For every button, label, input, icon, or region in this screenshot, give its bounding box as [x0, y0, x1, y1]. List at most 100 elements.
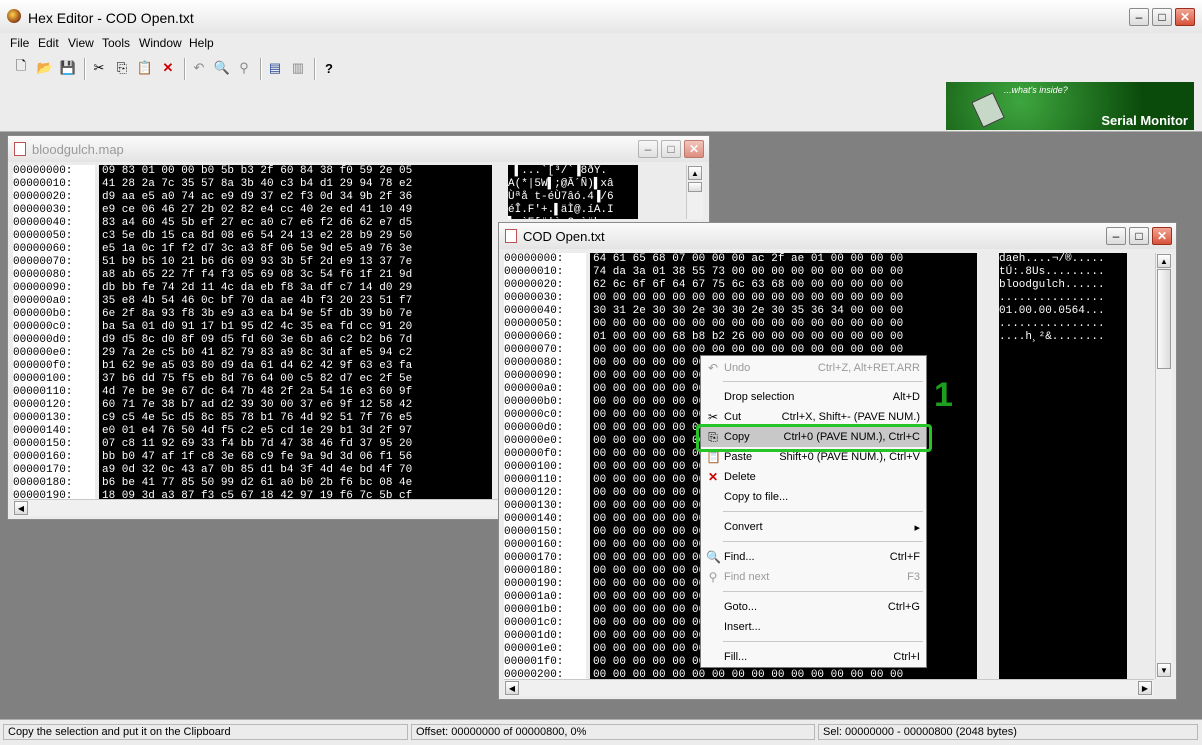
- scroll-right-icon[interactable]: ▶: [1138, 681, 1152, 695]
- statusbar: Copy the selection and put it on the Cli…: [0, 719, 1202, 745]
- hex-row: c3 5e db 15 ca 8d 08 e6 54 24 13 e2 28 b…: [102, 230, 413, 242]
- menu-item-label: Find next: [724, 571, 770, 583]
- hex-row: a9 0d 32 0c 43 a7 0b 85 d1 b4 3f 4d 4e b…: [102, 464, 413, 476]
- find-icon[interactable]: 🔍: [213, 59, 231, 77]
- menu-item-accelerator: Ctrl+X, Shift+- (PAVE NUM.): [781, 411, 920, 423]
- menu-item-find-next[interactable]: ⚲ Find next F3: [701, 567, 926, 587]
- menu-help[interactable]: Help: [189, 36, 214, 50]
- minimize-button[interactable]: –: [1106, 227, 1126, 245]
- maximize-button[interactable]: □: [1152, 8, 1172, 26]
- ascii-row: 01.00.00.0564...: [999, 305, 1105, 317]
- find-next-icon[interactable]: ⚲: [235, 59, 253, 77]
- menu-item-label: Delete: [724, 471, 756, 483]
- maximize-button[interactable]: □: [1129, 227, 1149, 245]
- menu-item-label: Drop selection: [724, 391, 795, 403]
- address-row: 00000060:: [504, 331, 564, 343]
- menu-item-delete[interactable]: ✕ Delete: [701, 467, 926, 487]
- address-row: 00000190:: [504, 578, 564, 590]
- menu-window[interactable]: Window: [139, 36, 182, 50]
- close-button[interactable]: ✕: [1175, 8, 1195, 26]
- scroll-thumb[interactable]: [688, 182, 702, 192]
- paste-icon[interactable]: 📋: [136, 59, 154, 77]
- close-button[interactable]: ✕: [1152, 227, 1172, 245]
- save-icon[interactable]: 💾: [59, 59, 77, 77]
- address-row: 00000140:: [13, 425, 73, 437]
- address-row: 00000170:: [504, 552, 564, 564]
- scroll-up-icon[interactable]: ▲: [688, 166, 702, 180]
- highlight-box: [696, 424, 932, 452]
- hex-pane[interactable]: 09 83 01 00 00 b0 5b b3 2f 60 84 38 f0 5…: [99, 165, 492, 499]
- maximize-button[interactable]: □: [661, 140, 681, 158]
- menu-item-accelerator: Shift+0 (PAVE NUM.), Ctrl+V: [779, 451, 920, 463]
- address-row: 000001b0:: [504, 604, 564, 616]
- goto-icon[interactable]: ▤: [266, 59, 284, 77]
- menu-item-undo[interactable]: ↶ Undo Ctrl+Z, Alt+RET.ARR: [701, 358, 926, 378]
- hex-row: e0 01 e4 76 50 4d f5 c2 e5 cd 1e 29 b1 3…: [102, 425, 413, 437]
- context-menu: ↶ Undo Ctrl+Z, Alt+RET.ARR Drop selectio…: [700, 355, 927, 668]
- new-file-icon[interactable]: 🗋: [12, 58, 30, 77]
- address-row: 00000030:: [504, 292, 564, 304]
- scroll-left-icon[interactable]: ◀: [14, 501, 28, 515]
- hex-row: 74 da 3a 01 38 55 73 00 00 00 00 00 00 0…: [593, 266, 904, 278]
- delete-icon[interactable]: ✕: [159, 59, 177, 77]
- hex-row: d9 d5 8c d0 8f 09 d5 fd 60 3e 6b a6 c2 b…: [102, 334, 413, 346]
- scroll-up-icon[interactable]: ▲: [1157, 254, 1171, 268]
- find-icon: 🔍: [706, 550, 721, 564]
- app-title: Hex Editor - COD Open.txt: [28, 10, 194, 26]
- menu-separator: [723, 381, 923, 382]
- address-row: 00000070:: [13, 256, 73, 268]
- cut-icon[interactable]: ✂: [90, 59, 108, 77]
- address-row: 00000050:: [504, 318, 564, 330]
- address-row: 00000030:: [13, 204, 73, 216]
- minimize-button[interactable]: –: [1129, 8, 1149, 26]
- status-selection: Sel: 00000000 - 00000800 (2048 bytes): [818, 724, 1198, 740]
- menu-item-drop-selection[interactable]: Drop selection Alt+D: [701, 387, 926, 407]
- minimize-button[interactable]: –: [638, 140, 658, 158]
- address-row: 00000190:: [13, 490, 73, 499]
- scroll-left-icon[interactable]: ◀: [505, 681, 519, 695]
- scroll-thumb[interactable]: [1157, 269, 1171, 369]
- menu-view[interactable]: View: [68, 36, 94, 50]
- ascii-row: Ùªå t-éÙ7âó.4▐/6: [508, 191, 614, 203]
- horizontal-scrollbar[interactable]: ◀ ▶: [504, 679, 1154, 696]
- address-row: 000000f0:: [504, 448, 564, 460]
- find-next-icon: ⚲: [708, 570, 718, 584]
- address-row: 00000020:: [504, 279, 564, 291]
- close-button[interactable]: ✕: [684, 140, 704, 158]
- vertical-scrollbar[interactable]: ▲: [686, 165, 703, 219]
- menu-item-convert[interactable]: Convert ▸: [701, 517, 926, 537]
- menu-item-goto[interactable]: Goto... Ctrl+G: [701, 597, 926, 617]
- help-icon[interactable]: ?: [320, 59, 338, 77]
- menu-item-label: Find...: [724, 551, 755, 563]
- address-row: 000001a0:: [504, 591, 564, 603]
- menu-file[interactable]: File: [10, 36, 29, 50]
- cut-icon: ✂: [707, 410, 719, 424]
- ascii-row: tÚ:.8Us.........: [999, 266, 1105, 278]
- menu-item-insert[interactable]: Insert...: [701, 617, 926, 637]
- address-row: 00000180:: [13, 477, 73, 489]
- address-row: 00000200:: [504, 669, 564, 679]
- menu-item-label: Undo: [724, 362, 751, 374]
- ascii-pane[interactable]: ▌...`[³/`▐8ðY. A(*|5W▌;@Ã´Ñ)▌xâ Ùªå t-éÙ7â…: [508, 165, 638, 219]
- menu-item-fill[interactable]: Fill... Ctrl+I: [701, 647, 926, 667]
- address-row: 000000a0:: [504, 383, 564, 395]
- horizontal-scrollbar[interactable]: ◀: [13, 499, 498, 516]
- menu-item-copy-to-file[interactable]: Copy to file...: [701, 487, 926, 507]
- undo-icon[interactable]: ↶: [190, 59, 208, 77]
- menu-tools[interactable]: Tools: [102, 36, 130, 50]
- copy-icon[interactable]: ⎘: [113, 59, 131, 77]
- vertical-scrollbar[interactable]: ▲ ▼: [1155, 253, 1172, 679]
- cod-title: COD Open.txt: [523, 229, 605, 244]
- address-column: 00000000: 00000010: 00000020: 00000030: 0000…: [504, 253, 586, 679]
- insert-icon[interactable]: ▥: [289, 59, 307, 77]
- menu-edit[interactable]: Edit: [38, 36, 59, 50]
- menu-separator: [723, 541, 923, 542]
- ascii-pane[interactable]: daeh....¬/®..... tÚ:.8Us......... bloodgul…: [999, 253, 1127, 679]
- menu-item-find[interactable]: 🔍 Find... Ctrl+F: [701, 547, 926, 567]
- scroll-down-icon[interactable]: ▼: [1157, 663, 1171, 677]
- hex-row: 01 00 00 00 68 b8 b2 26 00 00 00 00 00 0…: [593, 331, 904, 343]
- open-folder-icon[interactable]: 📂: [36, 59, 54, 77]
- serial-monitor-banner[interactable]: ...what's inside? Serial Monitor: [946, 82, 1194, 130]
- address-column: 00000000: 00000010: 00000020: 00000030: 0000…: [13, 165, 95, 499]
- hex-row: 37 b6 dd 75 f5 eb 8d 76 64 00 c5 82 d7 e…: [102, 373, 413, 385]
